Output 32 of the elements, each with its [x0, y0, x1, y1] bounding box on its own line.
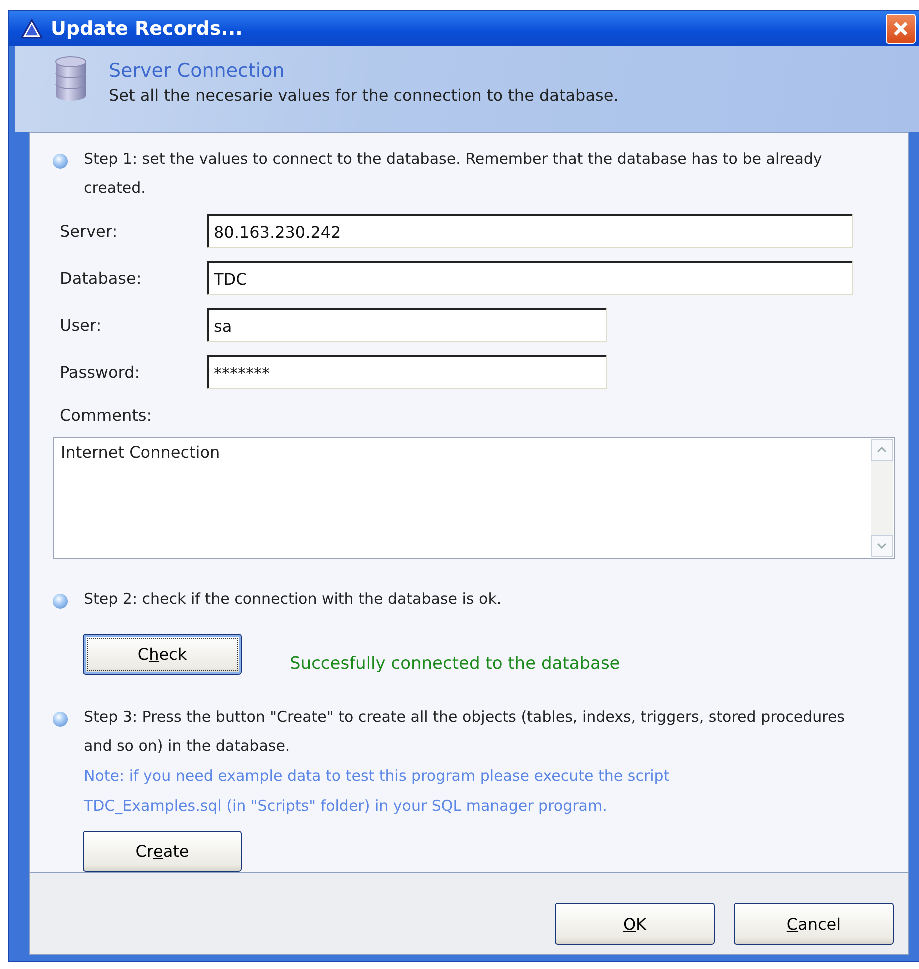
scrollbar[interactable] [871, 439, 893, 558]
note-text: Note: if you need example data to test this program please execute the script TDC_Examples.sql (in "Scripts" folder) in your SQL manager program. [84, 766, 671, 818]
warning-triangle-icon [21, 18, 43, 39]
database-icon [55, 56, 87, 102]
field-label: User: [60, 316, 103, 335]
scroll-down-icon[interactable] [877, 543, 887, 550]
window-title: Update Records... [51, 18, 243, 40]
field-label: Server: [60, 222, 119, 241]
section-subtitle: Set all the necesarie values for the connection to the database. [109, 86, 619, 106]
scroll-up-icon[interactable] [877, 447, 887, 454]
field-label: Password: [60, 362, 142, 382]
bullet-icon [53, 594, 68, 610]
cancel-button[interactable]: Cancel [734, 903, 894, 946]
step-text: Step 3: Press the button "Create" to create all the objects (tables, indexs, triggers, stored procedures and so on) in the database. [84, 707, 846, 758]
check-button[interactable]: Check [83, 634, 242, 676]
input-field[interactable]: sa [207, 308, 607, 342]
field-label: Database: [60, 268, 143, 288]
ok-button[interactable]: OK [555, 903, 715, 946]
field-label: Comments: [60, 406, 154, 426]
bullet-icon [53, 154, 68, 170]
status-message: Succesfully connected to the database [290, 654, 620, 674]
close-icon [892, 20, 910, 38]
bullet-icon [53, 712, 68, 728]
input-field[interactable]: TDC [207, 261, 853, 296]
step-text: Step 1: set the values to connect to the database. Remember that the database has to be already created. [84, 149, 824, 200]
comments-field[interactable]: Internet Connection [53, 437, 895, 560]
create-button[interactable]: Create [83, 831, 242, 872]
close-button[interactable] [886, 14, 916, 44]
step-text: Step 2: check if the connection with the database is ok. [84, 589, 502, 610]
section-title: Server Connection [109, 60, 286, 82]
input-field[interactable]: 80.163.230.242 [207, 214, 853, 248]
input-field[interactable]: ******* [207, 355, 607, 390]
